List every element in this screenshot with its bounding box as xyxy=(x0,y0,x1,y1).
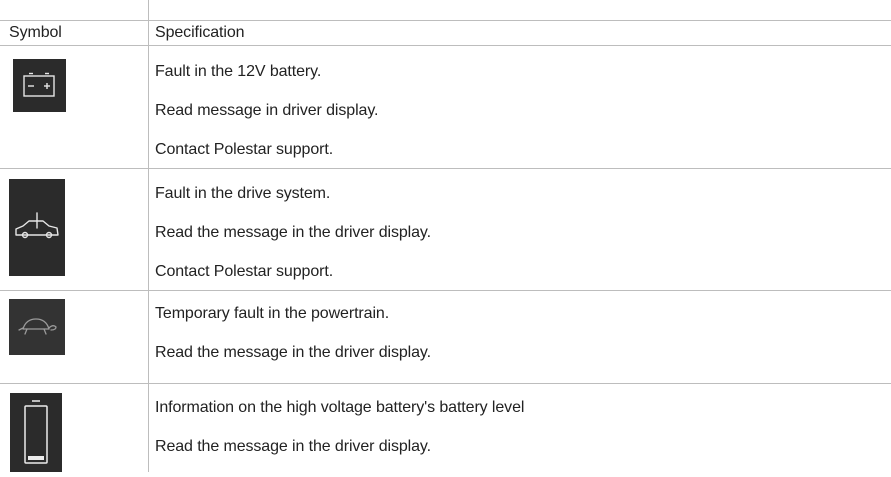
spec-line: Read message in driver display. xyxy=(155,102,379,119)
spec-line: Fault in the drive system. xyxy=(155,185,331,202)
header-bottom-border xyxy=(0,45,891,46)
header-symbol: Symbol xyxy=(9,24,62,41)
spec-line: Fault in the 12V battery. xyxy=(155,63,322,80)
hv-battery-level-icon xyxy=(10,393,62,472)
spec-line: Contact Polestar support. xyxy=(155,141,334,158)
12v-battery-icon xyxy=(13,59,66,112)
header-specification: Specification xyxy=(155,24,245,41)
symbol-specification-table: Symbol Specification Fault in the 12V ba… xyxy=(0,0,891,472)
spec-line: Read the message in the driver display. xyxy=(155,224,431,241)
spec-line: Information on the high voltage battery'… xyxy=(155,399,525,416)
car-fault-icon xyxy=(9,179,65,276)
row-divider xyxy=(0,168,891,169)
row-divider xyxy=(0,290,891,291)
spec-line: Read the message in the driver display. xyxy=(155,438,431,455)
table-top-border xyxy=(0,20,891,21)
spec-line: Temporary fault in the powertrain. xyxy=(155,305,390,322)
spec-line: Contact Polestar support. xyxy=(155,263,334,280)
column-divider xyxy=(148,0,149,472)
turtle-icon xyxy=(9,299,65,355)
spec-line: Read the message in the driver display. xyxy=(155,344,431,361)
row-divider xyxy=(0,383,891,384)
